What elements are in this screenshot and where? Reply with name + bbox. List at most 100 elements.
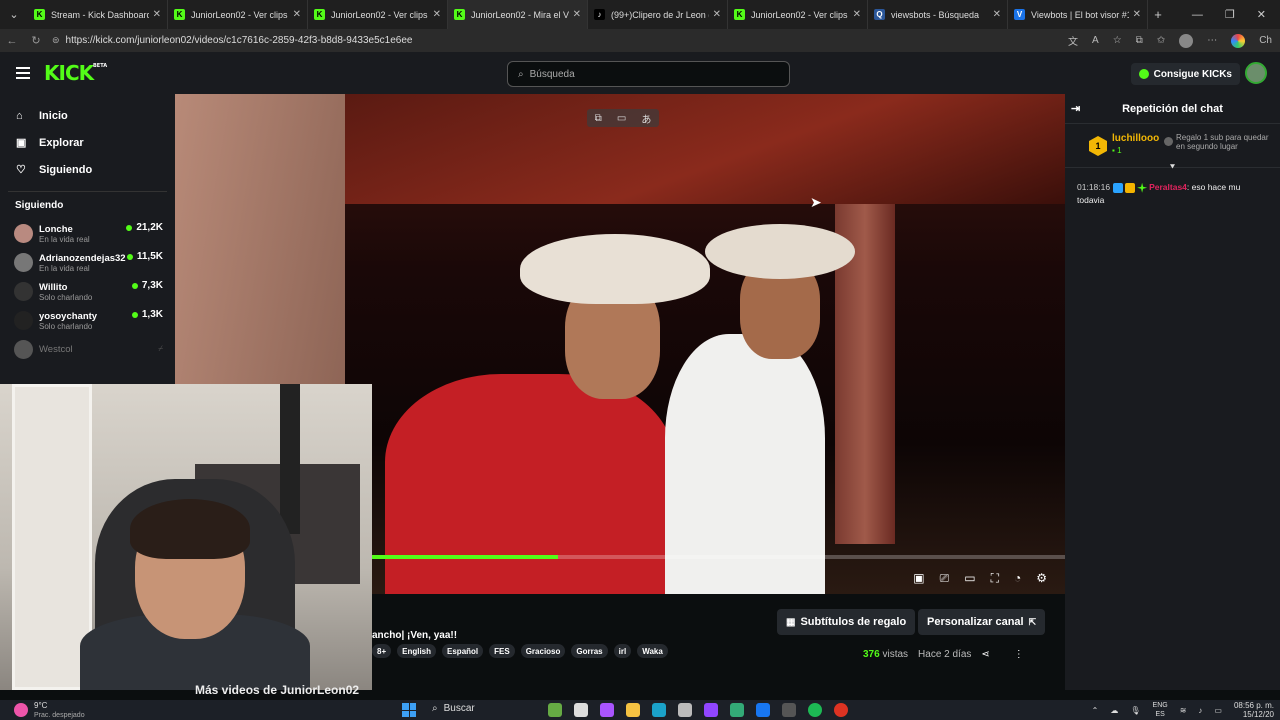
sidebar-item-offline-channel[interactable]: Westcol ⌿ — [0, 335, 175, 364]
profile-avatar[interactable] — [1179, 33, 1194, 48]
site-info-icon[interactable]: ⊜ — [52, 35, 60, 46]
browser-tab[interactable]: K JuniorLeon02 - Ver clips en K ✕ — [168, 0, 308, 29]
tag-chip[interactable]: 8+ — [372, 644, 392, 658]
store-icon[interactable] — [678, 703, 692, 717]
spotify-icon[interactable] — [808, 703, 822, 717]
edge-icon[interactable] — [652, 703, 666, 717]
customize-channel-button[interactable]: Personalizar canal ⇱ — [918, 609, 1046, 635]
video-progress-bar[interactable] — [370, 555, 1065, 559]
search-input[interactable]: ⌕ Búsqueda — [507, 61, 790, 87]
new-tab-button[interactable]: + — [1148, 7, 1168, 22]
browser-tab[interactable]: K JuniorLeon02 - Mira el V ✕ — [448, 0, 588, 29]
obs-icon[interactable] — [730, 703, 744, 717]
nav-label: Siguiendo — [39, 163, 93, 176]
tag-chip[interactable]: English — [397, 644, 437, 658]
close-tab-icon[interactable]: ✕ — [433, 9, 441, 20]
translate-overlay-icon[interactable]: あ — [641, 111, 651, 126]
playback-speed-icon[interactable]: ◔ — [1014, 571, 1021, 586]
more-options-icon[interactable]: ⋮ — [1014, 649, 1024, 660]
message-user[interactable]: Peraltas4 — [1149, 182, 1187, 192]
app-red-icon[interactable] — [834, 703, 848, 717]
favorites-icon[interactable]: ✩ — [1157, 35, 1165, 46]
sidebar-item-channel[interactable]: Lonche En la vida real 21,2K — [0, 219, 175, 248]
file-explorer-icon[interactable] — [626, 703, 640, 717]
sidebar-nav-item[interactable]: ▣ Explorar — [0, 129, 175, 156]
steam-icon[interactable] — [782, 703, 796, 717]
tag-chip[interactable]: Waka — [637, 644, 668, 658]
tag-chip[interactable]: irl — [613, 644, 632, 658]
volume-icon[interactable]: ♪ — [1198, 706, 1202, 715]
collapse-chat-icon[interactable]: ⇥ — [1071, 102, 1080, 115]
app-icon[interactable] — [548, 703, 562, 717]
video-info: ▦ Subtítulos de regalo Personalizar cana… — [372, 594, 1065, 690]
share-icon[interactable]: ⋖ — [981, 649, 989, 660]
clip-icon[interactable]: ⎚ — [940, 571, 950, 586]
viewer-count: 7,3K — [131, 280, 163, 291]
favorite-star-icon[interactable]: ☆ — [1113, 35, 1122, 46]
weather-widget[interactable]: 9°C Prac. despejado — [14, 701, 85, 719]
browser-tab[interactable]: K JuniorLeon02 - Ver clips en K ✕ — [728, 0, 868, 29]
close-tab-icon[interactable]: ✕ — [713, 9, 721, 20]
cast-icon[interactable]: ▭ — [617, 113, 626, 124]
close-tab-icon[interactable]: ✕ — [153, 9, 161, 20]
tag-chip[interactable]: Gorras — [571, 644, 608, 658]
language-indicator[interactable]: ENG ES — [1153, 701, 1168, 719]
minimize-icon[interactable]: — — [1192, 9, 1203, 21]
message-timestamp: 01:18:16 — [1077, 182, 1111, 192]
mic-icon[interactable]: 🎙 — [1130, 706, 1140, 715]
get-kicks-button[interactable]: Consigue KICKs — [1130, 63, 1240, 85]
close-tab-icon[interactable]: ✕ — [573, 9, 581, 20]
gift-subs-button[interactable]: ▦ Subtítulos de regalo — [777, 609, 916, 635]
translate-icon[interactable]: 文 — [1068, 33, 1078, 48]
taskbar-search[interactable]: ⌕ Buscar — [432, 703, 475, 714]
miniplayer-icon[interactable]: ▣ — [913, 571, 924, 586]
browser-tab[interactable]: Qviewsbots - Búsqueda ✕ — [868, 0, 1008, 29]
copilot-icon[interactable] — [1231, 33, 1246, 48]
browser-tab[interactable]: K Stream - Kick Dashboard ✕ — [28, 0, 168, 29]
browser-tab[interactable]: ♪ (99+)Clipero de Jr Leon (@cl ✕ — [588, 0, 728, 29]
channel-category: En la vida real — [39, 263, 90, 273]
url-field[interactable]: ⊜ https://kick.com/juniorleon02/videos/c… — [52, 35, 1068, 46]
battery-icon[interactable]: ▭ — [1214, 706, 1222, 715]
tag-chip[interactable]: FES — [489, 644, 515, 658]
read-aloud-icon[interactable]: A — [1092, 35, 1099, 46]
close-tab-icon[interactable]: ✕ — [993, 9, 1001, 20]
copilot-app-icon[interactable] — [600, 703, 614, 717]
sidebar-nav-item[interactable]: ⌂ Inicio — [0, 102, 175, 129]
more-icon[interactable]: ⋯ — [1207, 35, 1217, 46]
maximize-icon[interactable]: ❐ — [1225, 8, 1235, 21]
tag-chip[interactable]: Gracioso — [520, 644, 566, 658]
user-avatar[interactable] — [1245, 62, 1267, 84]
browser-tab[interactable]: V Viewbots | El bot visor #1 de ✕ — [1008, 0, 1148, 29]
tag-chip[interactable]: Español — [442, 644, 484, 658]
browser-tab[interactable]: K JuniorLeon02 - Ver clips en K ✕ — [308, 0, 448, 29]
fullscreen-icon[interactable]: ⛶ — [991, 571, 999, 586]
back-icon[interactable]: ← — [0, 35, 24, 47]
menu-icon[interactable] — [16, 64, 30, 82]
close-window-icon[interactable]: ✕ — [1257, 8, 1266, 21]
close-tab-icon[interactable]: ✕ — [1133, 9, 1141, 20]
wifi-icon[interactable]: ≋ — [1180, 706, 1187, 715]
tab-list: K Stream - Kick Dashboard ✕ K JuniorLeon02 -… — [28, 0, 1148, 29]
sidebar-item-channel[interactable]: Willito Solo charlando 7,3K — [0, 277, 175, 306]
close-tab-icon[interactable]: ✕ — [293, 9, 301, 20]
extensions-icon[interactable]: ⧉ — [1136, 35, 1143, 46]
facebook-icon[interactable] — [756, 703, 770, 717]
twitch-icon[interactable] — [704, 703, 718, 717]
settings-gear-icon[interactable]: ⚙ — [1036, 571, 1047, 586]
kick-logo[interactable]: KICK BETA — [44, 61, 107, 85]
tray-overflow-icon[interactable]: ⌃ — [1092, 706, 1099, 715]
sidebar-nav-item[interactable]: ♡ Siguiendo — [0, 156, 175, 183]
sidebar-item-channel[interactable]: Adrianozendejas32 En la vida real 11,5K — [0, 248, 175, 277]
start-icon[interactable] — [402, 703, 416, 717]
onedrive-icon[interactable]: ☁ — [1110, 706, 1118, 715]
clock[interactable]: 08:56 p. m. 15/12/20 — [1234, 701, 1274, 719]
close-tab-icon[interactable]: ✕ — [853, 9, 861, 20]
expand-pinned-icon[interactable]: ⯆ — [1065, 162, 1280, 173]
sidebar-item-channel[interactable]: yosoychanty Solo charlando 1,3K — [0, 306, 175, 335]
task-view-icon[interactable] — [574, 703, 588, 717]
picture-in-picture-icon[interactable]: ⧉ — [595, 113, 602, 124]
reload-icon[interactable]: ↻ — [24, 34, 48, 47]
theater-mode-icon[interactable]: ▭ — [964, 571, 975, 586]
tab-actions-icon[interactable]: ⌄ — [0, 8, 28, 21]
